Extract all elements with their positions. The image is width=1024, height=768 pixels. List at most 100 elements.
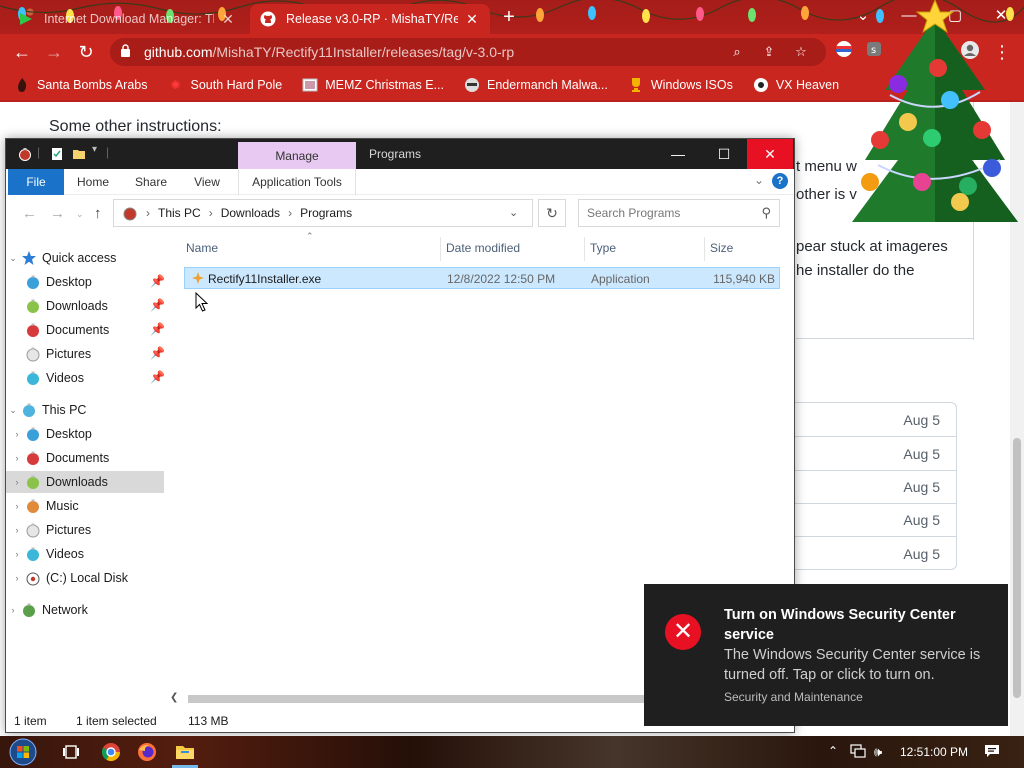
nav-network[interactable]: › Network xyxy=(6,599,164,621)
column-header-date[interactable]: Date modified xyxy=(446,241,520,255)
nav-pc-desktop[interactable]: › Desktop xyxy=(6,423,164,445)
chevron-right-icon[interactable]: › xyxy=(10,501,24,511)
nav-this-pc[interactable]: ⌄ This PC xyxy=(6,399,164,421)
help-icon[interactable]: ? xyxy=(772,173,788,189)
column-divider[interactable] xyxy=(440,237,441,261)
asset-row[interactable]: Aug 5 xyxy=(784,503,956,537)
nav-pc-pictures[interactable]: › Pictures xyxy=(6,519,164,541)
back-arrow-icon[interactable]: ← xyxy=(22,205,37,222)
nav-pc-local-disk[interactable]: › (C:) Local Disk xyxy=(6,567,164,589)
pin-icon[interactable]: 📌 xyxy=(150,346,165,360)
tab-share[interactable]: Share xyxy=(124,169,178,195)
explorer-address-bar[interactable]: › This PC › Downloads › Programs xyxy=(113,199,533,227)
christmas-ornament-icon[interactable] xyxy=(18,147,32,161)
pin-icon[interactable]: 📌 xyxy=(150,274,165,288)
bookmark-item[interactable]: Windows ISOs xyxy=(628,77,733,93)
new-tab-button[interactable]: + xyxy=(498,6,520,28)
chevron-right-icon[interactable]: › xyxy=(6,605,20,615)
scrollbar-thumb[interactable] xyxy=(1013,438,1021,698)
nav-item-desktop[interactable]: Desktop 📌 xyxy=(6,271,165,293)
windows-start-icon[interactable] xyxy=(6,737,40,767)
task-view-icon[interactable] xyxy=(60,741,82,763)
chevron-down-icon[interactable]: ⌄ xyxy=(754,173,764,187)
pin-icon[interactable]: 📌 xyxy=(150,370,165,384)
nav-pc-downloads[interactable]: › Downloads xyxy=(6,471,164,493)
chevron-right-icon[interactable]: › xyxy=(10,525,24,535)
forward-arrow-icon[interactable]: → xyxy=(42,40,66,64)
tab-application-tools[interactable]: Application Tools xyxy=(238,169,356,195)
asset-row[interactable]: Aug 5 xyxy=(784,537,956,571)
address-bar[interactable]: github.com/MishaTY/Rectify11Installer/re… xyxy=(110,38,826,66)
search-icon[interactable]: ⌕ xyxy=(728,43,746,61)
chevron-right-icon[interactable]: › xyxy=(10,453,24,463)
breadcrumb-downloads[interactable]: Downloads xyxy=(221,206,280,220)
chevron-right-icon[interactable]: › xyxy=(10,477,24,487)
breadcrumb-programs[interactable]: Programs xyxy=(300,206,352,220)
tab-home[interactable]: Home xyxy=(66,169,120,195)
tab-file[interactable]: File xyxy=(8,169,64,195)
tab-view[interactable]: View xyxy=(182,169,232,195)
pin-icon[interactable]: 📌 xyxy=(150,298,165,312)
bookmark-item[interactable]: ✺ South Hard Pole xyxy=(167,77,282,93)
firefox-icon[interactable] xyxy=(136,741,158,763)
chevron-up-icon[interactable]: ⌃ xyxy=(828,744,838,758)
asset-row[interactable]: Aug 5 xyxy=(784,470,956,504)
close-icon[interactable]: ✕ xyxy=(747,139,793,169)
nav-item-documents[interactable]: Documents 📌 xyxy=(6,319,165,341)
share-icon[interactable]: ⇪ xyxy=(760,43,778,61)
nav-pc-music[interactable]: › Music xyxy=(6,495,164,517)
nav-item-videos[interactable]: Videos 📌 xyxy=(6,367,165,389)
maximize-icon[interactable]: ☐ xyxy=(701,139,747,169)
up-arrow-icon[interactable]: ↑ xyxy=(94,205,102,222)
bookmark-item[interactable]: Endermanch Malwa... xyxy=(464,77,608,93)
close-icon[interactable]: ✕ xyxy=(464,11,480,28)
chrome-icon[interactable] xyxy=(100,741,122,763)
refresh-button[interactable]: ↻ xyxy=(538,199,566,227)
volume-icon[interactable]: 🕪 xyxy=(874,744,882,760)
bookmark-item[interactable]: MEMZ Christmas E... xyxy=(302,77,444,93)
asset-row[interactable]: Aug 5 xyxy=(784,403,956,437)
close-icon[interactable]: ✕ xyxy=(220,11,236,28)
bookmark-item[interactable]: Santa Bombs Arabs xyxy=(14,77,147,93)
chevron-down-icon[interactable]: ⌄ xyxy=(6,405,20,416)
breadcrumb-this-pc[interactable]: This PC xyxy=(158,206,201,220)
nav-pc-videos[interactable]: › Videos xyxy=(6,543,164,565)
nav-item-pictures[interactable]: Pictures 📌 xyxy=(6,343,165,365)
nav-pc-documents[interactable]: › Documents xyxy=(6,447,164,469)
search-input[interactable] xyxy=(579,200,749,226)
tab-github-release[interactable]: Release v3.0-RP · MishaTY/Rectif ✕ xyxy=(250,4,490,34)
column-header-name[interactable]: Name xyxy=(186,241,218,255)
nav-item-downloads[interactable]: Downloads 📌 xyxy=(6,295,165,317)
asset-row[interactable]: Aug 5 xyxy=(784,437,956,471)
chevron-down-icon[interactable]: ▾ xyxy=(92,144,97,155)
chevron-right-icon[interactable]: › xyxy=(10,549,24,559)
tab-idm[interactable]: Internet Download Manager: Th ✕ xyxy=(8,4,246,34)
chevron-right-icon[interactable]: › xyxy=(10,429,24,439)
properties-icon[interactable] xyxy=(50,147,64,161)
pin-icon[interactable]: 📌 xyxy=(150,322,165,336)
chevron-down-icon[interactable]: ⌄ xyxy=(6,253,20,264)
bookmark-item[interactable]: VX Heaven xyxy=(753,77,839,93)
network-icon[interactable] xyxy=(850,744,866,761)
recent-locations-icon[interactable]: ⌄ xyxy=(76,209,84,220)
ribbon-tab-manage[interactable]: Manage xyxy=(238,142,356,170)
notifications-icon[interactable] xyxy=(984,744,1000,761)
chevron-left-icon[interactable]: ❮ xyxy=(170,692,178,703)
column-divider[interactable] xyxy=(584,237,585,261)
forward-arrow-icon[interactable]: → xyxy=(50,205,65,222)
scrollbar-thumb[interactable] xyxy=(188,695,648,703)
chevron-down-icon[interactable]: ⌄ xyxy=(509,206,518,219)
back-arrow-icon[interactable]: ← xyxy=(10,40,34,64)
file-explorer-icon[interactable] xyxy=(174,741,196,763)
nav-quick-access[interactable]: ⌄ Quick access xyxy=(6,247,164,269)
folder-icon[interactable] xyxy=(72,147,86,161)
reload-icon[interactable]: ↻ xyxy=(74,40,98,64)
chevron-right-icon[interactable]: › xyxy=(10,573,24,583)
file-row[interactable]: Rectify11Installer.exe 12/8/2022 12:50 P… xyxy=(184,267,780,289)
security-notification-toast[interactable]: ✕ Turn on Windows Security Center servic… xyxy=(644,584,1008,726)
minimize-icon[interactable]: — xyxy=(655,139,701,169)
column-header-type[interactable]: Type xyxy=(590,241,616,255)
taskbar-clock[interactable]: 12:51:00 PM xyxy=(900,745,968,759)
column-divider[interactable] xyxy=(704,237,705,261)
star-icon[interactable]: ☆ xyxy=(792,43,810,61)
